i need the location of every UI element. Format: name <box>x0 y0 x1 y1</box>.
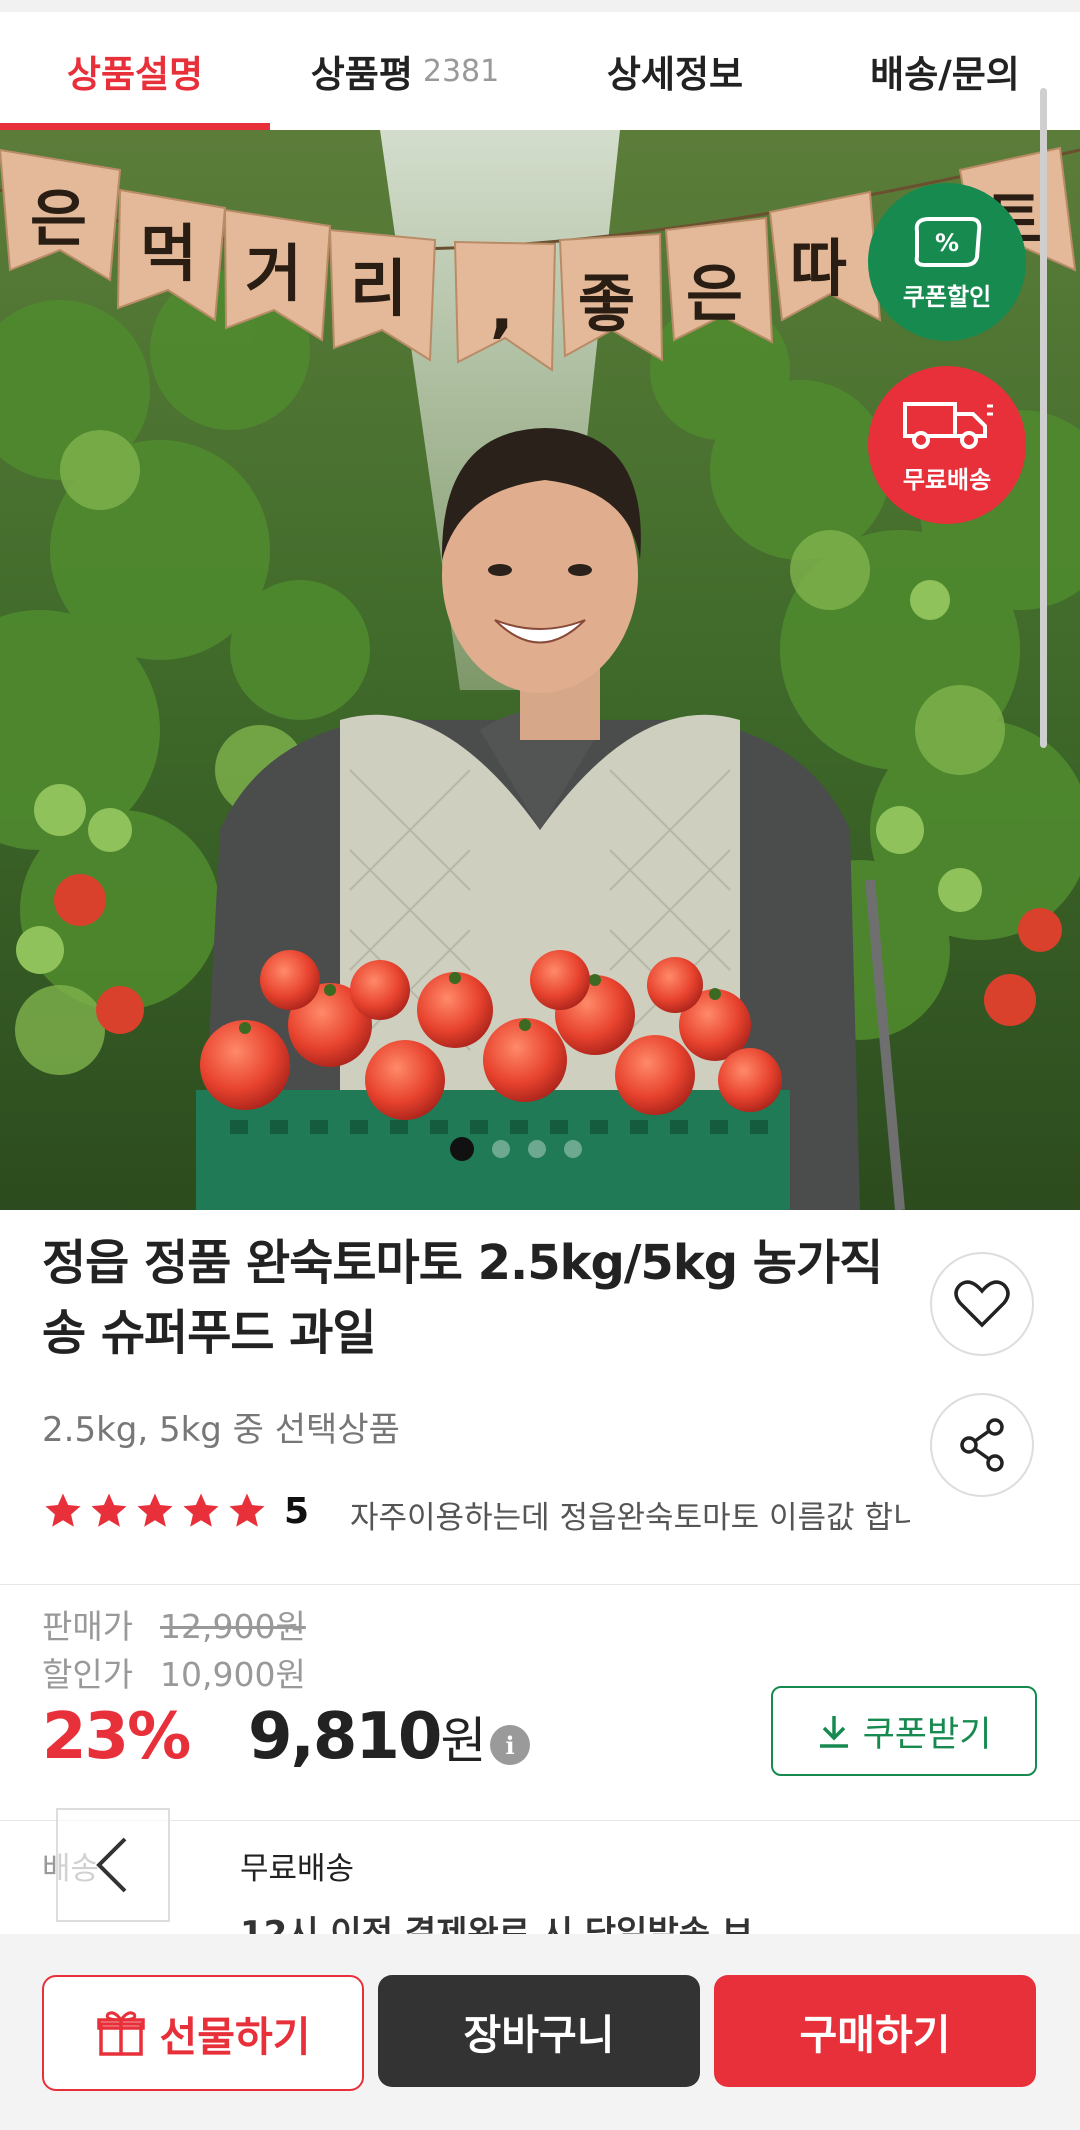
star-icon <box>183 1493 219 1527</box>
banner-char-7: 은 <box>686 257 743 330</box>
tab-reviews-label: 상품평 <box>310 53 413 96</box>
shipping-note: 12시 이전 결제완료 시 당일발송 보장 <box>240 1912 760 1934</box>
shipping-badge-label: 무료배송 <box>902 465 992 494</box>
review-count: 2381 <box>422 53 500 89</box>
discount-price-label: 할인가 <box>42 1655 134 1694</box>
star-rating <box>42 1490 268 1532</box>
banner-char-2: 먹 <box>140 217 197 290</box>
rating-summary[interactable]: 5 <box>42 1490 309 1532</box>
tab-shipping-label: 배송/문의 <box>870 53 1020 96</box>
banner-char-5: , <box>490 272 514 345</box>
carousel-dot[interactable] <box>492 1140 510 1158</box>
share-button[interactable] <box>930 1393 1034 1497</box>
star-icon <box>137 1493 173 1527</box>
share-icon <box>960 1418 1004 1472</box>
product-title: 정읍 정품 완숙토마토 2.5kg/5kg 농가직송 슈퍼푸드 과일 <box>42 1235 883 1361</box>
divider <box>0 1584 1080 1585</box>
tab-details-label: 상세정보 <box>606 53 744 96</box>
rating-value: 5 <box>284 1490 310 1532</box>
coupon-discount-badge[interactable]: % 쿠폰할인 <box>868 183 1026 341</box>
buy-button[interactable]: 구매하기 <box>714 1975 1036 2087</box>
heart-icon <box>954 1280 1010 1328</box>
discount-price-value: 10,900원 <box>160 1655 306 1694</box>
discount-percent: 23% <box>42 1700 191 1774</box>
sale-price-label: 판매가 <box>42 1607 134 1646</box>
sale-price-value: 12,900원 <box>160 1607 306 1646</box>
coupon-badge-label: 쿠폰할인 <box>902 282 992 311</box>
scrollbar[interactable] <box>1040 88 1047 748</box>
discount-price-row: 할인가 10,900원 <box>42 1648 306 1696</box>
tab-description-label: 상품설명 <box>66 53 204 96</box>
get-coupon-label: 쿠폰받기 <box>862 1714 992 1755</box>
tab-description[interactable]: 상품설명 <box>0 12 270 131</box>
final-price-amount: 9,810 <box>248 1700 442 1774</box>
gift-icon <box>96 2011 145 2056</box>
carousel-dot[interactable] <box>528 1140 546 1158</box>
banner-char-1: 은 <box>30 182 87 255</box>
cart-button[interactable]: 장바구니 <box>378 1975 700 2087</box>
gift-button[interactable]: 선물하기 <box>42 1975 364 2091</box>
chevron-left-icon <box>96 1837 127 1893</box>
download-icon <box>819 1716 848 1748</box>
option-summary: 2.5kg, 5kg 중 선택상품 <box>42 1410 400 1450</box>
cart-button-label: 장바구니 <box>463 2011 615 2059</box>
percent-coupon-icon: % <box>914 216 982 267</box>
carousel-indicator <box>450 1137 582 1161</box>
sale-price-row: 판매가 12,900원 <box>42 1600 306 1648</box>
star-icon <box>229 1493 265 1527</box>
carousel-dot-active[interactable] <box>450 1137 474 1161</box>
svg-text:%: % <box>935 229 959 257</box>
banner-char-4: 리 <box>350 252 407 325</box>
tab-reviews[interactable]: 상품평 2381 <box>270 12 540 130</box>
free-shipping-badge[interactable]: 무료배송 <box>868 366 1026 524</box>
final-price: 9,810원 <box>248 1700 486 1774</box>
tab-details[interactable]: 상세정보 <box>540 12 810 130</box>
final-price-unit: 원 <box>440 1712 486 1770</box>
banner-char-6: 좋 <box>578 267 635 340</box>
buy-button-label: 구매하기 <box>799 2011 951 2059</box>
wishlist-button[interactable] <box>930 1252 1034 1356</box>
star-icon <box>91 1493 127 1527</box>
get-coupon-button[interactable]: 쿠폰받기 <box>771 1686 1037 1776</box>
price-info-icon[interactable]: i <box>490 1725 530 1765</box>
product-tabs: 상품설명 상품평 2381 상세정보 배송/문의 <box>0 12 1080 131</box>
truck-icon <box>903 401 993 449</box>
carousel-dot[interactable] <box>564 1140 582 1158</box>
banner-char-8: 따 <box>790 232 847 305</box>
shipping-note-text: 12시 이전 결제완료 시 당일발송 보장 <box>240 1914 754 1934</box>
back-button[interactable] <box>56 1808 170 1922</box>
star-icon <box>45 1493 81 1527</box>
review-snippet[interactable]: 자주이용하는데 정읍완숙토마토 이름값 합니 <box>350 1492 910 1537</box>
gift-button-label: 선물하기 <box>159 2013 311 2061</box>
top-divider <box>0 0 1080 12</box>
product-image-carousel[interactable]: 은 먹 거 리 , 좋 은 따 토 <box>0 130 1080 1210</box>
shipping-value: 무료배송 <box>240 1851 355 1887</box>
banner-char-3: 거 <box>245 237 302 310</box>
